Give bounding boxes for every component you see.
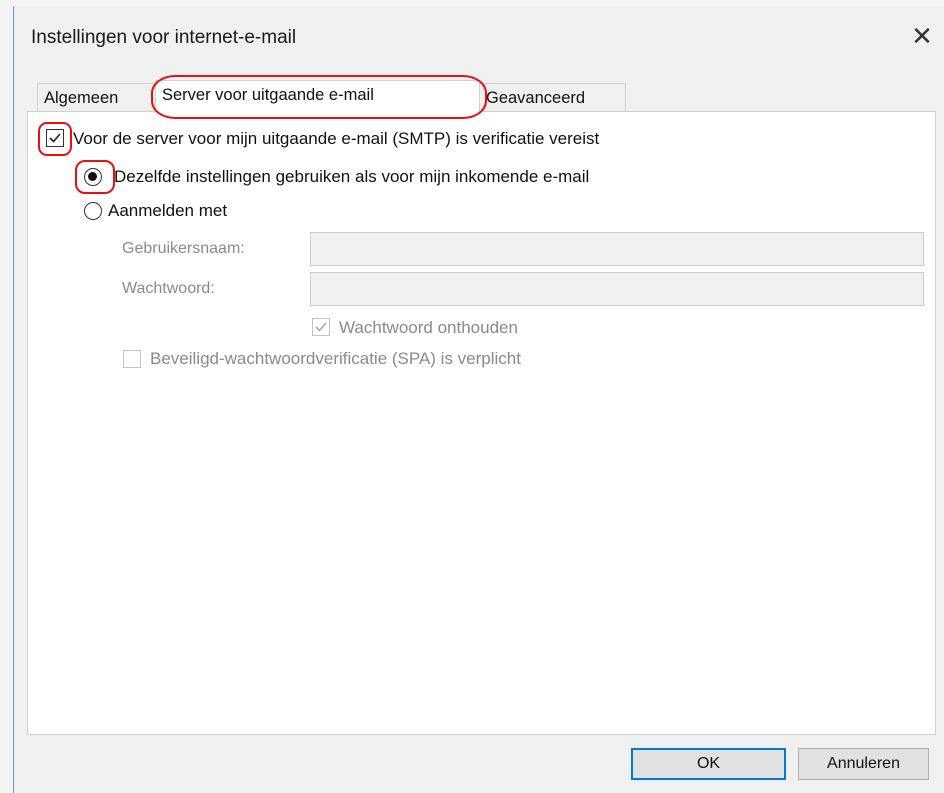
- internet-email-settings-dialog: Instellingen voor internet-e-mail ✕ Alge…: [13, 6, 944, 793]
- login-with-radio[interactable]: [84, 202, 102, 220]
- remember-password-checkbox[interactable]: [312, 318, 330, 336]
- smtp-auth-checkbox[interactable]: [46, 129, 64, 147]
- password-label: Wachtwoord:: [122, 280, 215, 297]
- dialog-title: Instellingen voor internet-e-mail: [31, 27, 297, 48]
- tab-advanced[interactable]: Geavanceerd: [479, 83, 626, 111]
- cancel-button[interactable]: Annuleren: [798, 748, 929, 780]
- username-input[interactable]: [310, 232, 924, 266]
- spa-checkbox[interactable]: [123, 350, 141, 368]
- smtp-auth-label: Voor de server voor mijn uitgaande e-mai…: [73, 129, 600, 148]
- tab-general[interactable]: Algemeen: [37, 83, 156, 111]
- spa-label: Beveiligd-wachtwoordverificatie (SPA) is…: [150, 349, 521, 368]
- remember-password-label: Wachtwoord onthouden: [339, 318, 518, 337]
- close-icon[interactable]: ✕: [908, 22, 936, 50]
- same-settings-radio[interactable]: [84, 168, 102, 186]
- username-label: Gebruikersnaam:: [122, 240, 245, 257]
- radio-selected-dot: [88, 172, 97, 181]
- tab-outgoing-server[interactable]: Server voor uitgaande e-mail: [155, 80, 480, 113]
- tab-panel-outgoing-server: Voor de server voor mijn uitgaande e-mai…: [27, 111, 936, 735]
- checkmark-icon: [315, 322, 327, 332]
- same-settings-label: Dezelfde instellingen gebruiken als voor…: [114, 167, 590, 186]
- background-window-edge: [0, 0, 14, 793]
- tab-strip: Algemeen Server voor uitgaande e-mail Ge…: [27, 75, 927, 119]
- ok-button[interactable]: OK: [631, 748, 786, 780]
- password-input[interactable]: [310, 272, 924, 306]
- checkmark-icon: [49, 133, 61, 143]
- login-with-label: Aanmelden met: [108, 201, 228, 220]
